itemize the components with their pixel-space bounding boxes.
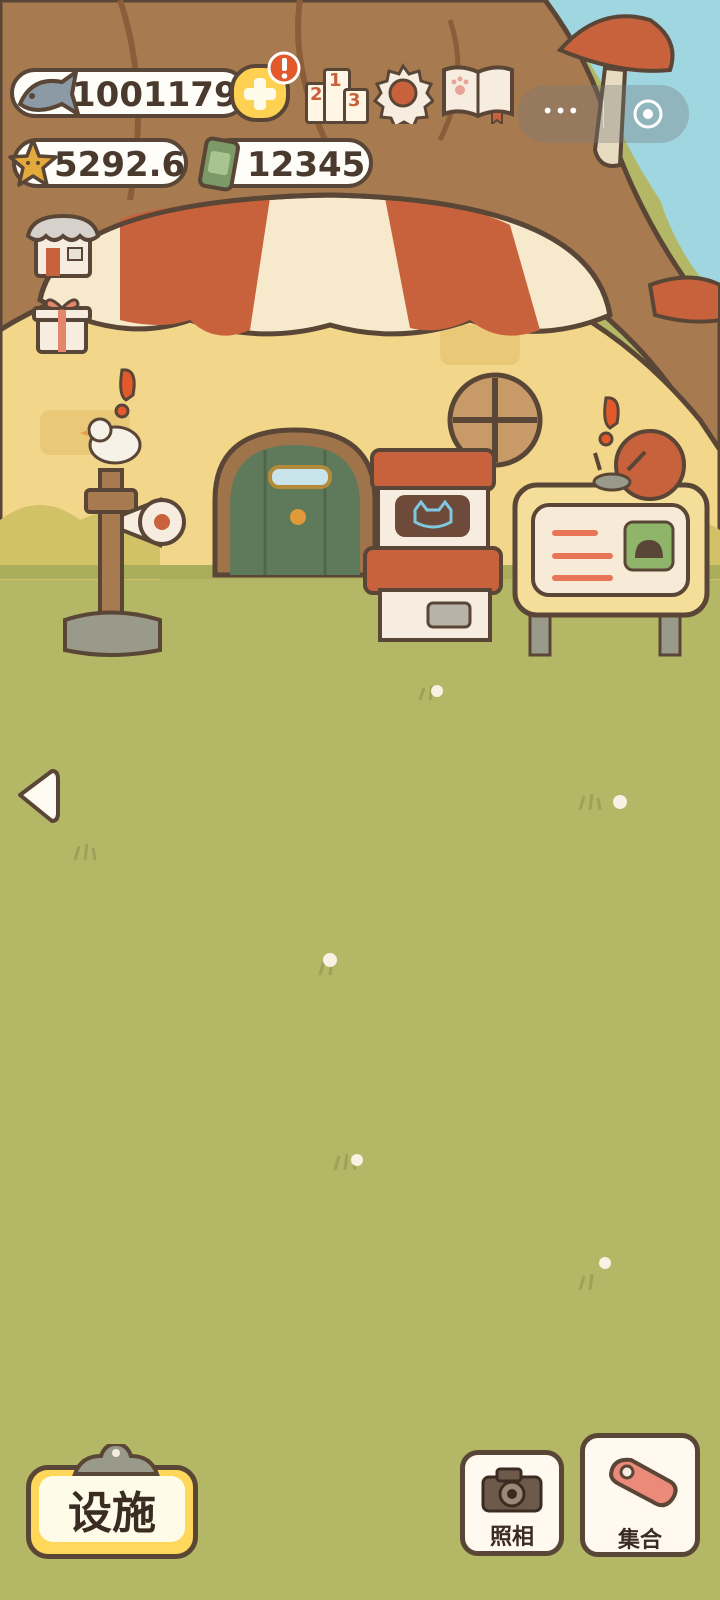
more-menu-button[interactable]: ••• [539, 99, 583, 123]
settings-button[interactable] [372, 62, 434, 124]
can-icon [198, 136, 240, 192]
chevron-left-icon [18, 769, 60, 823]
podium-icon: 2 1 3 [303, 66, 369, 124]
shop-icon [25, 213, 101, 278]
fish-counter: 1001179 [10, 67, 248, 119]
game-scene: 1001179 2 1 3 ••• 5292.6 12345 设施 照相 集合 [0, 0, 720, 1600]
gear-icon [372, 63, 434, 124]
ranking-button[interactable]: 2 1 3 [303, 66, 369, 124]
shop-button[interactable] [24, 210, 102, 280]
podium-rank-1: 1 [329, 70, 342, 91]
photo-label: 照相 [489, 1525, 534, 1550]
gather-label: 集合 [617, 1528, 662, 1553]
star-counter: 5292.6 [8, 138, 188, 188]
facility-button[interactable]: 设施 [26, 1441, 198, 1559]
gift-button[interactable] [30, 292, 94, 356]
whistle-icon [608, 1457, 678, 1508]
photo-button[interactable]: 照相 [460, 1450, 564, 1556]
star-icon [8, 138, 58, 187]
can-counter: 12345 [198, 136, 373, 192]
gather-button[interactable]: 集合 [580, 1433, 700, 1557]
podium-rank-3: 3 [348, 90, 361, 111]
gift-icon [32, 298, 92, 354]
background-scene [0, 0, 720, 1600]
alert-badge-icon [267, 51, 301, 85]
can-count: 12345 [247, 145, 366, 185]
podium-rank-2: 2 [310, 84, 323, 105]
book-icon [442, 65, 514, 124]
close-miniprogram-button[interactable] [631, 97, 665, 131]
miniprogram-capsule: ••• [517, 85, 689, 143]
scroll-left-button[interactable] [12, 765, 60, 827]
fish-count: 1001179 [72, 75, 238, 115]
clipboard-clip-icon [71, 1441, 161, 1476]
camera-icon [481, 1467, 543, 1513]
target-close-icon [633, 99, 663, 129]
handbook-button[interactable] [440, 62, 516, 124]
star-count: 5292.6 [54, 145, 186, 185]
facility-label: 设施 [68, 1488, 156, 1539]
